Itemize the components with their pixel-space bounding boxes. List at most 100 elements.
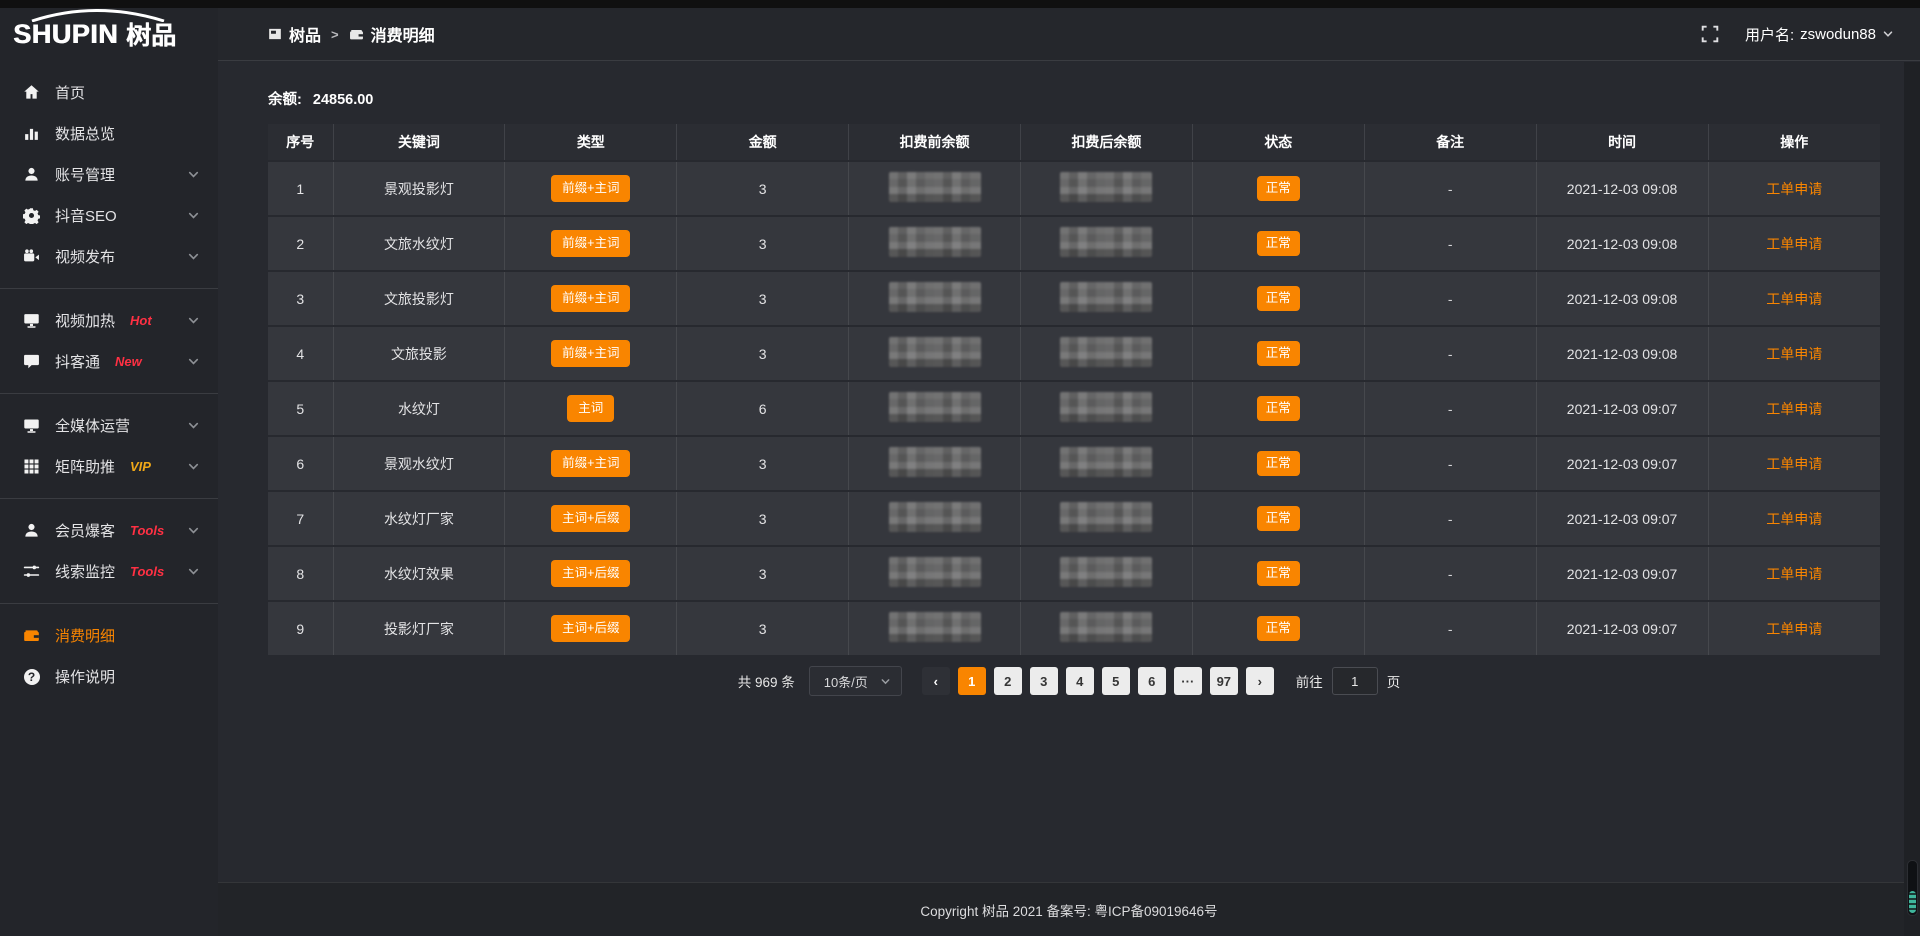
chevron-down-icon	[187, 355, 200, 368]
cell-action: 工单申请	[1708, 381, 1880, 436]
menu-divider	[0, 603, 218, 604]
goto-unit: 页	[1387, 671, 1401, 691]
cell-remark: -	[1364, 326, 1536, 381]
sidebar-menu: 首页 数据总览 账号管理 抖音SEO	[0, 60, 218, 697]
cell-balance-after	[1021, 326, 1193, 381]
redacted-balance-after	[1060, 447, 1152, 477]
sidebar-item-consumption-detail[interactable]: 消费明细	[0, 615, 218, 656]
main-content: 余额: 24856.00 序号 关键词 类型 金额 扣费前余额 扣费后余额 状态…	[218, 62, 1920, 936]
page-button-4[interactable]: 4	[1066, 667, 1094, 695]
cell-balance-after	[1021, 546, 1193, 601]
sidebar-item-operation-guide[interactable]: 操作说明	[0, 656, 218, 697]
page-button-2[interactable]: 2	[994, 667, 1022, 695]
work-order-link[interactable]: 工单申请	[1766, 456, 1822, 472]
cell-balance-after	[1021, 491, 1193, 546]
page-button-5[interactable]: 5	[1102, 667, 1130, 695]
work-order-link[interactable]: 工单申请	[1766, 511, 1822, 527]
vertical-scrollbar[interactable]	[1904, 62, 1920, 936]
work-order-link[interactable]: 工单申请	[1766, 181, 1822, 197]
work-order-link[interactable]: 工单申请	[1766, 566, 1822, 582]
tools-badge: Tools	[130, 564, 164, 579]
cell-amount: 3	[677, 601, 849, 656]
cell-balance-before	[849, 161, 1021, 216]
page-size-select[interactable]: 10条/页	[809, 666, 902, 696]
breadcrumb-root[interactable]: 树品	[268, 22, 321, 46]
table-row: 8 水纹灯效果 主词+后缀 3 正常 - 2021-12-03 09:07 工单…	[268, 546, 1880, 601]
question-icon	[23, 668, 40, 685]
work-order-link[interactable]: 工单申请	[1766, 236, 1822, 252]
page-button-3[interactable]: 3	[1030, 667, 1058, 695]
sidebar-item-data-overview[interactable]: 数据总览	[0, 113, 218, 154]
chevron-down-icon	[187, 524, 200, 537]
sidebar-item-home[interactable]: 首页	[0, 72, 218, 113]
sidebar-item-label: 抖客通	[55, 351, 100, 372]
work-order-link[interactable]: 工单申请	[1766, 291, 1822, 307]
column-header-type: 类型	[505, 124, 677, 161]
table-row: 9 投影灯厂家 主词+后缀 3 正常 - 2021-12-03 09:07 工单…	[268, 601, 1880, 656]
new-badge: New	[115, 354, 142, 369]
table-row: 4 文旅投影 前缀+主词 3 正常 - 2021-12-03 09:08 工单申…	[268, 326, 1880, 381]
cell-status: 正常	[1192, 161, 1364, 216]
total-count: 共 969 条	[738, 671, 795, 691]
redacted-balance-after	[1060, 282, 1152, 312]
redacted-balance-before	[889, 557, 981, 587]
work-order-link[interactable]: 工单申请	[1766, 621, 1822, 637]
type-badge: 前缀+主词	[551, 450, 630, 477]
cell-amount: 3	[677, 491, 849, 546]
cell-seq: 2	[268, 216, 333, 271]
column-header-balance-before: 扣费前余额	[849, 124, 1021, 161]
consumption-table-wrap: 序号 关键词 类型 金额 扣费前余额 扣费后余额 状态 备注 时间 操作 1 景…	[268, 124, 1880, 657]
work-order-link[interactable]: 工单申请	[1766, 401, 1822, 417]
redacted-balance-before	[889, 612, 981, 642]
goto-page-input[interactable]	[1332, 667, 1378, 695]
sidebar-item-douyin-seo[interactable]: 抖音SEO	[0, 195, 218, 236]
cell-remark: -	[1364, 436, 1536, 491]
chevron-down-icon	[187, 460, 200, 473]
cell-balance-before	[849, 601, 1021, 656]
cell-status: 正常	[1192, 601, 1364, 656]
column-header-status: 状态	[1192, 124, 1364, 161]
user-menu[interactable]: 用户名: zswodun88	[1745, 24, 1894, 45]
page-button-6[interactable]: 6	[1138, 667, 1166, 695]
cell-status: 正常	[1192, 326, 1364, 381]
sidebar-item-matrix-boost[interactable]: 矩阵助推 VIP	[0, 446, 218, 487]
cell-status: 正常	[1192, 271, 1364, 326]
breadcrumb: 树品 > 消费明细	[218, 22, 435, 46]
work-order-link[interactable]: 工单申请	[1766, 346, 1822, 362]
balance-label: 余额:	[268, 92, 302, 108]
redacted-balance-before	[889, 282, 981, 312]
app-square-icon	[268, 27, 282, 41]
grid-icon	[23, 458, 40, 475]
scrollbar-thumb[interactable]	[1907, 860, 1918, 916]
sidebar-item-video-publish[interactable]: 视频发布	[0, 236, 218, 277]
redacted-balance-after	[1060, 172, 1152, 202]
pagination: 共 969 条 10条/页 ‹ 1 2 3 4 5 6 ··· 97 › 前往 …	[218, 666, 1920, 696]
sidebar-item-all-media-operation[interactable]: 全媒体运营	[0, 405, 218, 446]
table-row: 6 景观水纹灯 前缀+主词 3 正常 - 2021-12-03 09:07 工单…	[268, 436, 1880, 491]
sidebar-item-account-management[interactable]: 账号管理	[0, 154, 218, 195]
page-button-97[interactable]: 97	[1210, 667, 1238, 695]
footer: Copyright 树品 2021 备案号: 粤ICP备09019646号	[218, 882, 1920, 936]
next-page-button[interactable]: ›	[1246, 667, 1274, 695]
cell-seq: 1	[268, 161, 333, 216]
fullscreen-icon[interactable]	[1701, 25, 1719, 43]
sidebar-item-douketong[interactable]: 抖客通 New	[0, 341, 218, 382]
cell-status: 正常	[1192, 436, 1364, 491]
redacted-balance-after	[1060, 227, 1152, 257]
page-ellipsis-button[interactable]: ···	[1174, 667, 1202, 695]
sidebar-item-member-baoke[interactable]: 会员爆客 Tools	[0, 510, 218, 551]
user-label: 用户名:	[1745, 24, 1794, 45]
cell-keyword: 文旅投影灯	[333, 271, 505, 326]
cell-time: 2021-12-03 09:08	[1536, 326, 1708, 381]
cell-time: 2021-12-03 09:08	[1536, 216, 1708, 271]
sidebar-item-clue-monitor[interactable]: 线索监控 Tools	[0, 551, 218, 592]
sidebar-item-video-heating[interactable]: 视频加热 Hot	[0, 300, 218, 341]
menu-divider	[0, 288, 218, 289]
status-badge: 正常	[1257, 231, 1300, 256]
breadcrumb-current-label: 消费明细	[371, 22, 435, 46]
type-badge: 前缀+主词	[551, 175, 630, 202]
prev-page-button[interactable]: ‹	[922, 667, 950, 695]
consumption-table: 序号 关键词 类型 金额 扣费前余额 扣费后余额 状态 备注 时间 操作 1 景…	[268, 124, 1880, 657]
page-button-1[interactable]: 1	[958, 667, 986, 695]
cell-remark: -	[1364, 546, 1536, 601]
